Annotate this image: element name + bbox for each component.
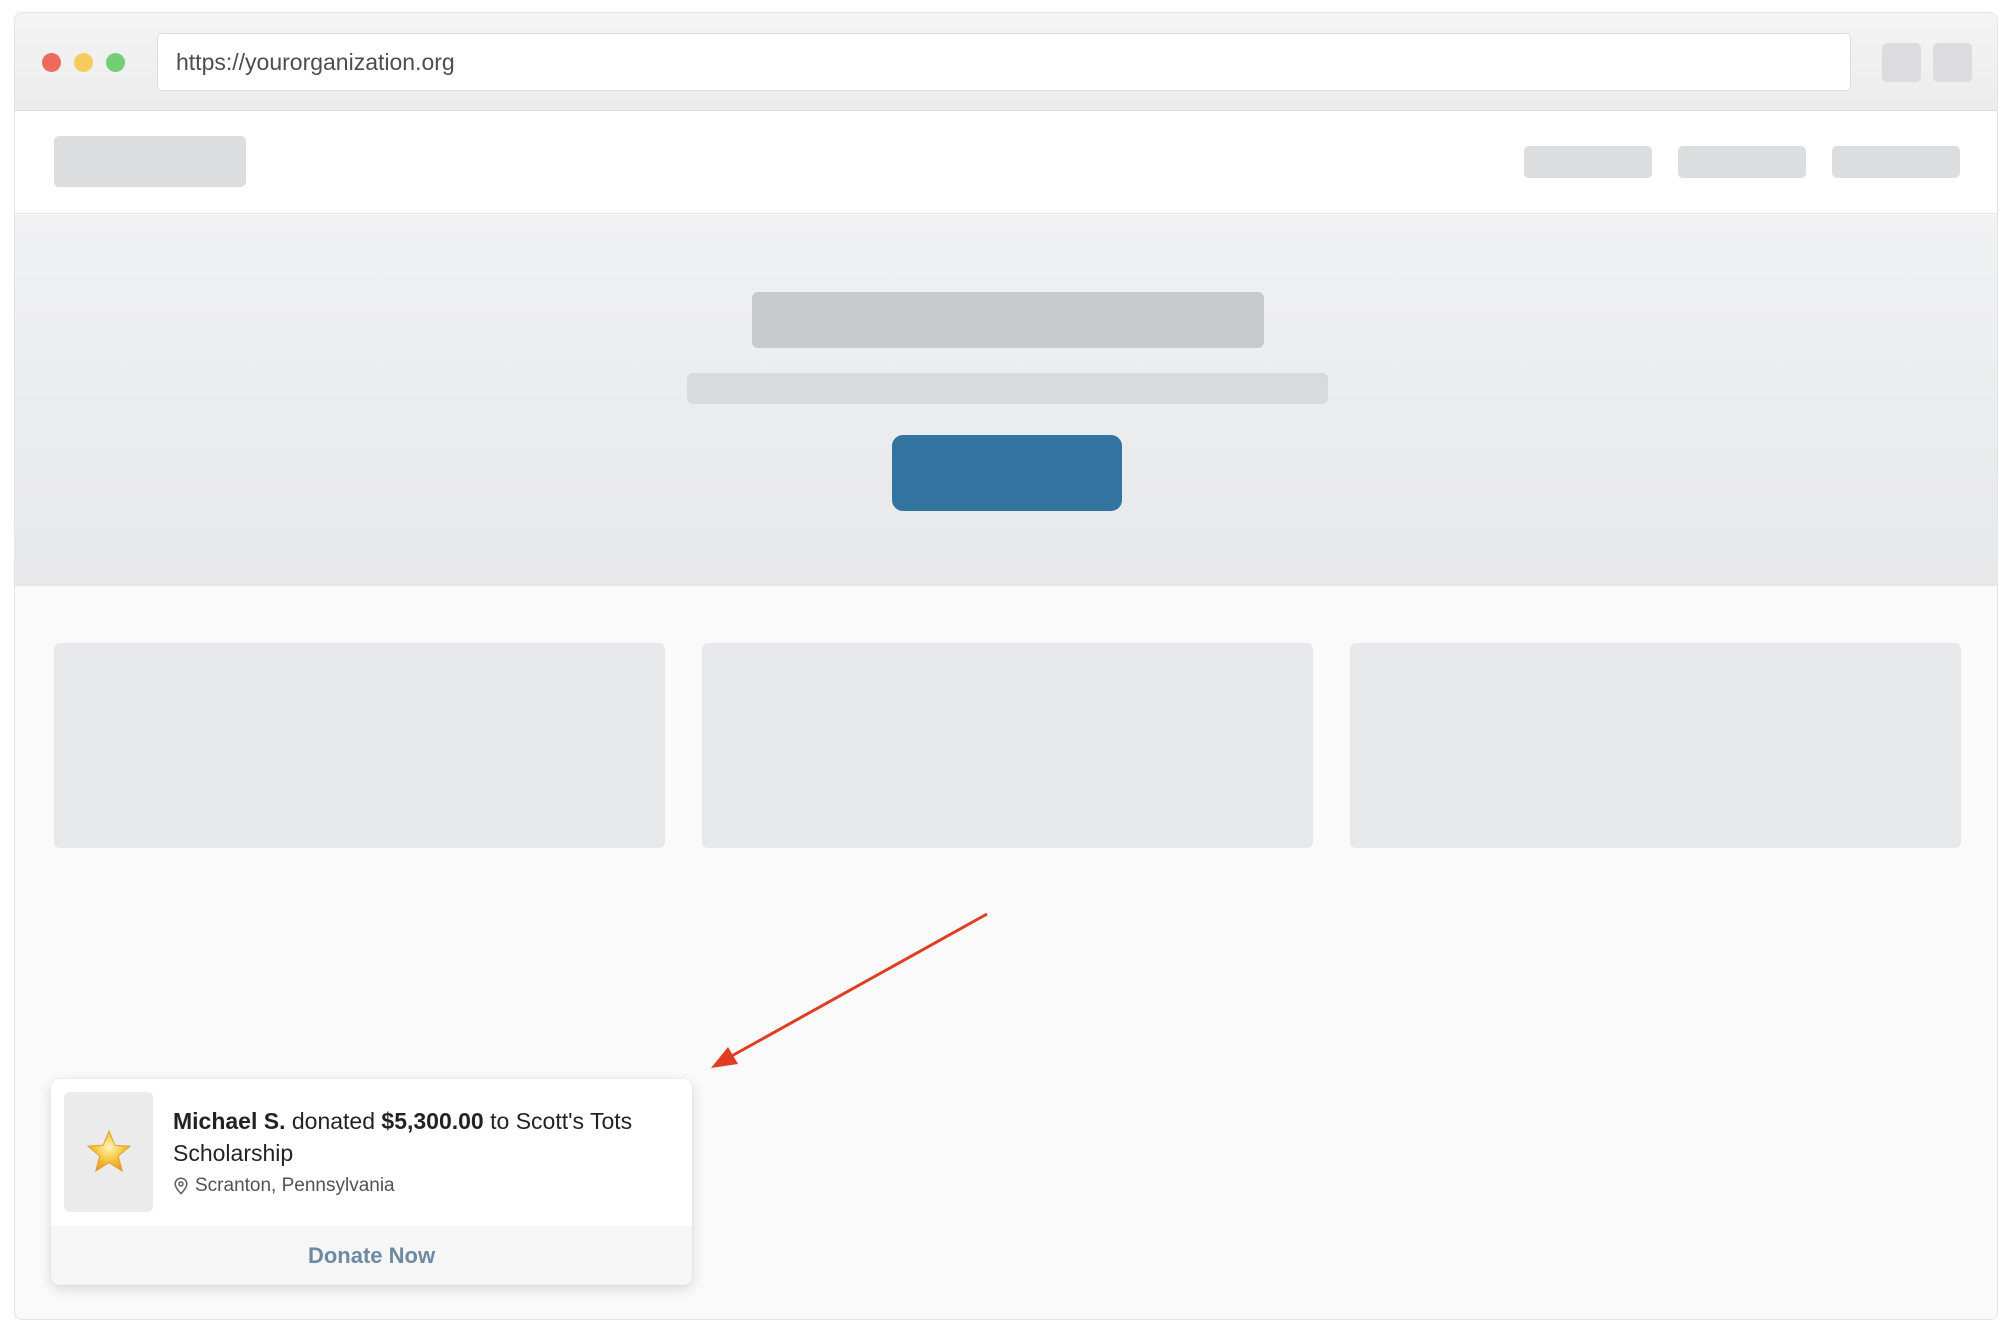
browser-toolbar: https://yourorganization.org — [15, 13, 1997, 111]
notification-text: Michael S. donated $5,300.00 to Scott's … — [173, 1105, 673, 1197]
nav-link-placeholder[interactable] — [1524, 146, 1652, 178]
content-card-placeholder — [702, 643, 1313, 848]
donation-verb: donated — [291, 1108, 376, 1134]
donation-connector: to — [490, 1108, 510, 1134]
donation-notification[interactable]: Michael S. donated $5,300.00 to Scott's … — [51, 1079, 692, 1285]
maximize-window-button[interactable] — [106, 53, 125, 72]
address-bar[interactable]: https://yourorganization.org — [157, 33, 1851, 91]
toolbar-button-placeholder[interactable] — [1933, 43, 1972, 82]
hero-section — [15, 215, 1997, 586]
toolbar-button-placeholder[interactable] — [1882, 43, 1921, 82]
close-window-button[interactable] — [42, 53, 61, 72]
minimize-window-button[interactable] — [74, 53, 93, 72]
browser-window: https://yourorganization.org Michael S. … — [14, 12, 1998, 1320]
donate-now-label: Donate Now — [307, 1242, 436, 1268]
content-card-placeholder — [54, 643, 665, 848]
notification-message: Michael S. donated $5,300.00 to Scott's … — [173, 1105, 673, 1169]
notification-icon-box — [64, 1092, 153, 1212]
donor-name: Michael S. — [173, 1108, 286, 1134]
hero-subtitle-placeholder — [687, 373, 1328, 404]
hero-cta-button[interactable] — [892, 435, 1122, 511]
nav-link-placeholder[interactable] — [1832, 146, 1960, 178]
location-text: Scranton, Pennsylvania — [195, 1175, 395, 1196]
location-pin-icon — [174, 1177, 188, 1195]
hero-title-placeholder — [752, 292, 1264, 348]
notification-body: Michael S. donated $5,300.00 to Scott's … — [51, 1079, 692, 1226]
site-header — [15, 111, 1997, 214]
nav-link-placeholder[interactable] — [1678, 146, 1806, 178]
donate-now-button[interactable]: Donate Now — [51, 1226, 692, 1285]
star-icon — [86, 1129, 131, 1173]
address-url: https://yourorganization.org — [176, 48, 455, 75]
donation-amount: $5,300.00 — [381, 1108, 484, 1134]
logo-placeholder[interactable] — [54, 136, 246, 187]
donor-location: Scranton, Pennsylvania — [173, 1175, 673, 1197]
content-card-placeholder — [1350, 643, 1961, 848]
